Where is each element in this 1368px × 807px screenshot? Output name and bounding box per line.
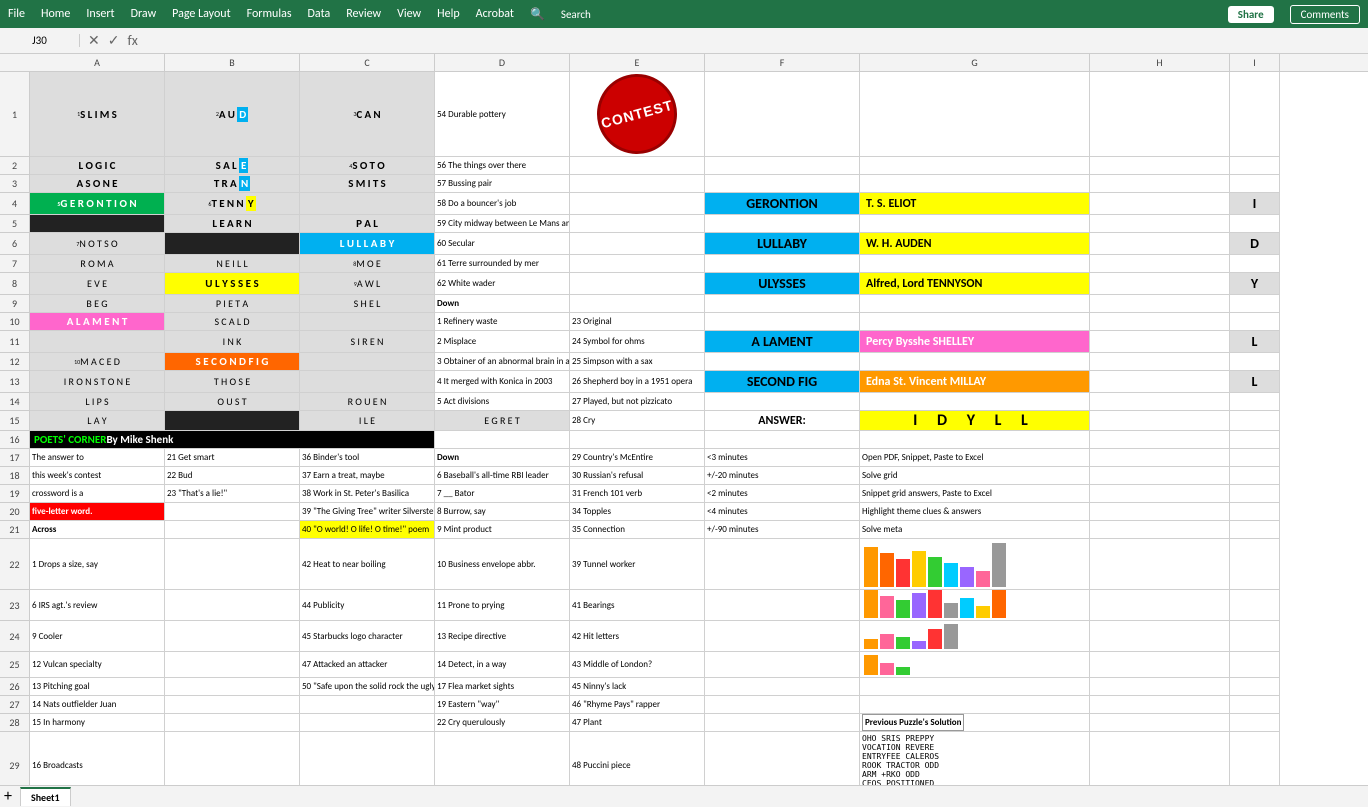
theme-poem-5: SECOND FIG <box>705 371 860 393</box>
bar-chart-row3 <box>862 621 960 651</box>
bar-chart-row4 <box>862 652 912 677</box>
sheet-tab-1[interactable]: Sheet1 <box>20 787 71 806</box>
table-row: 10 A L A M E N T S C A L D 1 Refinery wa… <box>0 313 1368 331</box>
theme-poem-3: ULYSSES <box>705 273 860 295</box>
menu-insert[interactable]: Insert <box>86 7 114 21</box>
table-row: 21 Across 40 "O world! O life! O time!" … <box>0 521 1368 539</box>
menu-bar: File Home Insert Draw Page Layout Formul… <box>0 0 1368 28</box>
col-header-c[interactable]: C <box>300 54 435 72</box>
search-icon: 🔍 <box>530 7 545 22</box>
answer-label: ANSWER: <box>705 411 860 431</box>
table-row: 23 6 IRS agt.'s review 44 Publicity 11 P… <box>0 590 1368 621</box>
col-header-f[interactable]: F <box>705 54 860 72</box>
table-row: 22 1 Drops a size, say 42 Heat to near b… <box>0 539 1368 590</box>
theme-letter-1: I <box>1230 193 1280 215</box>
menu-review[interactable]: Review <box>346 7 381 21</box>
poets-corner-title: POETS' CORNER <box>34 433 106 446</box>
table-row: 1 1 S L I M S 2 A U D 3 C A N 54 Durable… <box>0 72 1368 157</box>
cancel-icon[interactable]: ✕ <box>88 32 100 49</box>
table-row: 5 L E A R N P A L 59 City midway between… <box>0 215 1368 233</box>
menu-file[interactable]: File <box>8 7 25 21</box>
theme-author-5: Edna St. Vincent MILLAY <box>860 371 1090 393</box>
table-row: 28 15 In harmony 22 Cry querulously 47 P… <box>0 714 1368 732</box>
table-row: 19 crossword is a 23 "That's a lie!" 38 … <box>0 485 1368 503</box>
theme-author-2: W. H. AUDEN <box>860 233 1090 255</box>
theme-letter-2: D <box>1230 233 1280 255</box>
bar-chart-row2 <box>862 590 1008 620</box>
table-row: 8 E V E U L Y S S E S 9 A W L 62 White w… <box>0 273 1368 295</box>
col-header-e[interactable]: E <box>570 54 705 72</box>
col-header-g[interactable]: G <box>860 54 1090 72</box>
column-headers: A B C D E F G H I <box>0 54 1368 72</box>
confirm-icon[interactable]: ✓ <box>108 32 120 49</box>
table-row: 18 this week's contest 22 Bud 37 Earn a … <box>0 467 1368 485</box>
col-header-i[interactable]: I <box>1230 54 1280 72</box>
menu-help[interactable]: Help <box>437 7 460 21</box>
col-header-h[interactable]: H <box>1090 54 1230 72</box>
formula-bar: J30 ✕ ✓ fx <box>0 28 1368 54</box>
table-row: 26 13 Pitching goal 50 "Safe upon the so… <box>0 678 1368 696</box>
menu-acrobat[interactable]: Acrobat <box>476 7 514 21</box>
col-header-d[interactable]: D <box>435 54 570 72</box>
theme-letter-4: L <box>1230 331 1280 353</box>
table-row: 24 9 Cooler 45 Starbucks logo character … <box>0 621 1368 652</box>
menu-data[interactable]: Data <box>308 7 331 21</box>
table-row: 25 12 Vulcan specialty 47 Attacked an at… <box>0 652 1368 678</box>
col-header-b[interactable]: B <box>165 54 300 72</box>
table-row: 20 five-letter word. 39 "The Giving Tree… <box>0 503 1368 521</box>
search-input[interactable]: Search <box>561 8 591 21</box>
table-row: 13 I R O N S T O N E T H O S E 4 It merg… <box>0 371 1368 393</box>
table-row: 14 L I P S O U S T R O U E N 5 Act divis… <box>0 393 1368 411</box>
bar-chart <box>862 539 1008 589</box>
formula-icons: ✕ ✓ fx <box>80 32 146 49</box>
table-row: 6 7 N O T S O L U L L A B Y 60 Secular L… <box>0 233 1368 255</box>
previous-puzzle-title: Previous Puzzle's Solution <box>862 714 964 731</box>
table-row: 11 I N K S I R E N 2 Misplace 24 Symbol … <box>0 331 1368 353</box>
menu-home[interactable]: Home <box>41 7 70 21</box>
poets-corner-header-row: 16 POETS' CORNER By Mike Shenk <box>0 431 1368 449</box>
spreadsheet-grid: 1 1 S L I M S 2 A U D 3 C A N 54 Durable… <box>0 72 1368 805</box>
theme-poem-2: LULLABY <box>705 233 860 255</box>
table-row: 12 10 M A C E D S E C O N D F I G 3 Obta… <box>0 353 1368 371</box>
menu-formulas[interactable]: Formulas <box>247 7 292 21</box>
contest-stamp: CONTEST <box>588 72 686 157</box>
table-row: 17 The answer to 21 Get smart 36 Binder'… <box>0 449 1368 467</box>
table-row: 9 B E G P I E T A S H E L Down <box>0 295 1368 313</box>
col-header-a[interactable]: A <box>30 54 165 72</box>
table-row: 7 R O M A N E I L L 8 M O E 61 Terre sur… <box>0 255 1368 273</box>
table-row: 15 L A Y I L E E G R E T 28 Cry ANSWER: … <box>0 411 1368 431</box>
menu-draw[interactable]: Draw <box>131 7 157 21</box>
sheet-tabs: + Sheet1 <box>0 785 1368 807</box>
answer-value: I D Y L L <box>860 411 1090 431</box>
theme-author-1: T. S. ELIOT <box>860 193 1090 215</box>
table-row: 2 L O G I C S A L E 4 S O T O 56 The thi… <box>0 157 1368 175</box>
theme-author-4: Percy Bysshe SHELLEY <box>860 331 1090 353</box>
theme-poem-1: GERONTION <box>705 193 860 215</box>
menu-page-layout[interactable]: Page Layout <box>172 7 230 21</box>
add-sheet-button[interactable]: + <box>4 787 12 806</box>
share-button[interactable]: Share <box>1228 6 1274 23</box>
poets-corner-subtitle: By Mike Shenk <box>106 433 173 446</box>
cell-reference[interactable]: J30 <box>0 34 80 47</box>
theme-author-3: Alfred, Lord TENNYSON <box>860 273 1090 295</box>
comments-button[interactable]: Comments <box>1290 5 1360 24</box>
table-row: 3 A S O N E T R A N S M I T S 57 Bussing… <box>0 175 1368 193</box>
fx-label: fx <box>127 32 137 49</box>
theme-poem-4: A LAMENT <box>705 331 860 353</box>
table-row: 4 5 G E R O N T I O N 6 T E N N Y 58 Do … <box>0 193 1368 215</box>
table-row: 27 14 Nats outfielder Juan 19 Eastern "w… <box>0 696 1368 714</box>
menu-view[interactable]: View <box>397 7 421 21</box>
theme-letter-3: Y <box>1230 273 1280 295</box>
theme-letter-5: L <box>1230 371 1280 393</box>
